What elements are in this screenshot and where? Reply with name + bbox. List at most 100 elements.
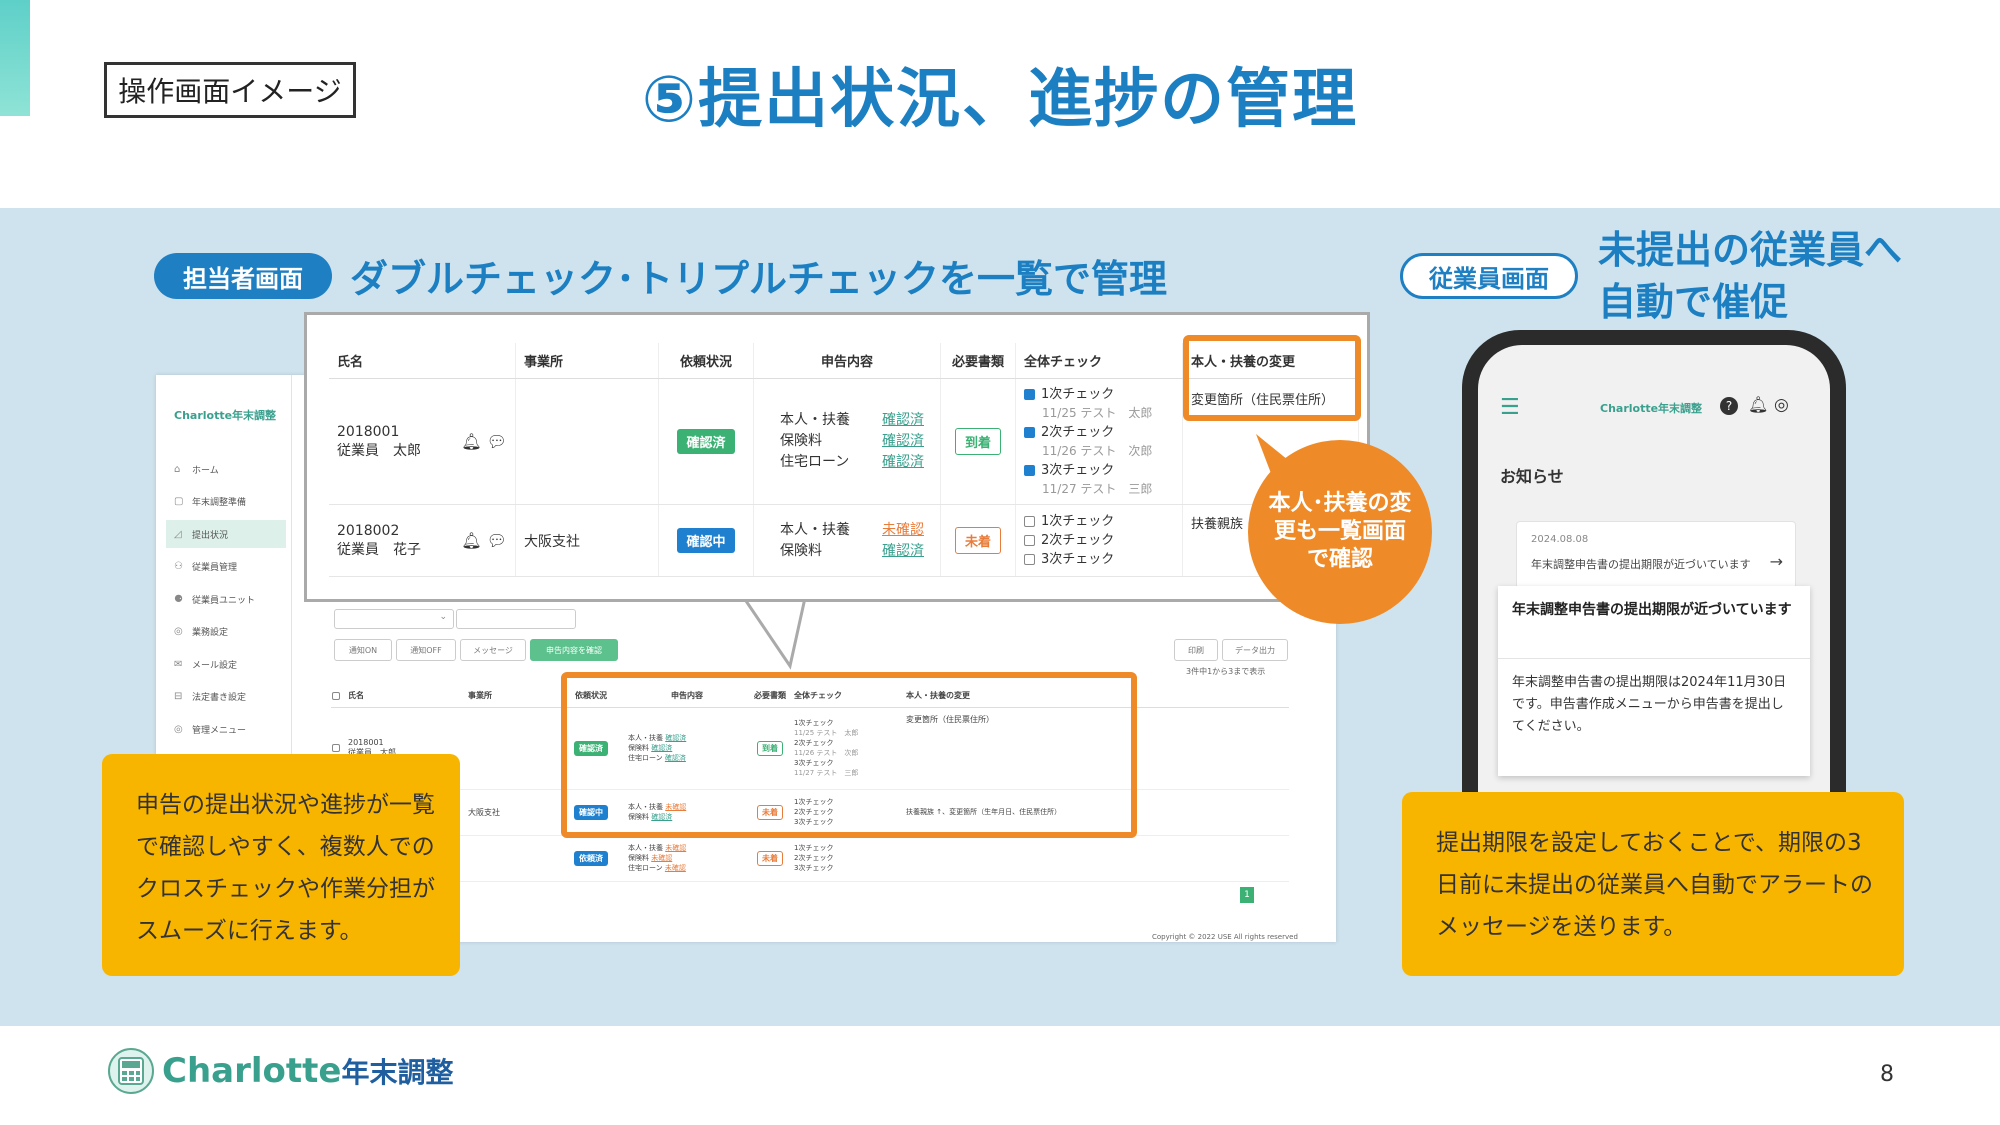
- docs-badge: 未着: [757, 850, 783, 866]
- row-office: [467, 835, 555, 881]
- export-button[interactable]: データ出力: [1222, 639, 1288, 661]
- employee-id: 2018001: [348, 738, 384, 747]
- home-icon: ⌂: [174, 463, 181, 475]
- check-item[interactable]: 2次チェック: [794, 853, 904, 863]
- hamburger-icon[interactable]: ☰: [1500, 395, 1520, 420]
- calculator-logo-icon: [108, 1048, 154, 1094]
- item-status-link[interactable]: 確認済: [882, 410, 924, 431]
- item-label: 住宅ローン: [780, 454, 850, 470]
- docs-badge: 未着: [954, 527, 1001, 554]
- sidebar-item[interactable]: ◎ 管理メニュー: [166, 715, 286, 743]
- sidebar-item[interactable]: ◿ 提出状況: [166, 520, 286, 548]
- employee-screen-pill: 従業員画面: [1400, 253, 1578, 299]
- zoom-callout-tail: [741, 596, 807, 670]
- change-callout-circle: 本人･扶養の変更も一覧画面で確認: [1248, 440, 1432, 624]
- item-label: 本人・扶養: [780, 521, 850, 538]
- row-change: [905, 835, 1289, 881]
- employee-id: 2018002: [337, 522, 400, 539]
- page-number: 8: [1880, 1062, 1894, 1087]
- check-item[interactable]: 2次チェック: [1024, 531, 1174, 550]
- notice-date: 2024.08.08: [1531, 534, 1589, 545]
- row-items: 本人・扶養 未確認 保険料 未確認 住宅ローン 未確認: [627, 835, 747, 881]
- item-status-link[interactable]: 未確認: [665, 844, 686, 852]
- employee-name: 従業員 花子: [337, 541, 421, 558]
- sidebar-item[interactable]: ⌂ ホーム: [166, 455, 286, 483]
- notice-text: 年末調整申告書の提出期限が近づいています: [1531, 558, 1751, 571]
- row-checks: 1次チェック 2次チェック 3次チェック: [1015, 504, 1183, 577]
- col-office: 事業所: [468, 691, 492, 701]
- item-label: 本人・扶養: [780, 412, 850, 428]
- sidebar-item-label: 年末調整準備: [192, 498, 247, 508]
- sidebar-item[interactable]: ⚈ 従業員ユニット: [166, 585, 286, 613]
- employee-heading-line-2: 自動で催促: [1598, 280, 1789, 324]
- col-checks: 全体チェック: [1015, 343, 1183, 379]
- status-badge: 確認済: [677, 429, 735, 454]
- bell-icon[interactable]: 🔔︎: [461, 432, 481, 451]
- bell-filled-icon[interactable]: 🔔︎: [461, 531, 481, 550]
- check-note: 11/27 テスト 三郎: [1042, 481, 1153, 496]
- sidebar-item[interactable]: ⚇ 従業員管理: [166, 553, 286, 581]
- check-item[interactable]: 2次チェック: [1024, 423, 1174, 442]
- users-icon: ⚇: [174, 561, 183, 572]
- item-status-link[interactable]: 未確認: [665, 864, 686, 872]
- check-item[interactable]: 1次チェック: [1024, 385, 1174, 404]
- pagination-current[interactable]: 1: [1240, 887, 1254, 903]
- mail-icon: ✉: [174, 658, 183, 670]
- col-items: 申告内容: [753, 343, 941, 379]
- chat-icon[interactable]: 💬︎: [487, 531, 507, 550]
- admin-logo: Charlotte年末調整: [174, 409, 277, 422]
- footer-brand-suffix: 年末調整: [341, 1056, 454, 1089]
- col-docs: 必要書類: [940, 343, 1016, 379]
- office-icon: ◎: [174, 626, 183, 637]
- sidebar-item[interactable]: ✉ メール設定: [166, 650, 286, 678]
- col-name: 氏名: [348, 691, 364, 701]
- notice-section-title: お知らせ: [1500, 467, 1564, 486]
- sidebar-item[interactable]: ▢ 年末調整準備: [166, 488, 286, 516]
- col-office: 事業所: [515, 343, 659, 379]
- col-name: 氏名: [329, 343, 516, 379]
- sidebar-item[interactable]: ⊟ 法定書き設定: [166, 683, 286, 711]
- row-checks: 1次チェック 11/25 テスト 太郎 2次チェック 11/26 テスト 次郎 …: [1015, 378, 1183, 505]
- check-item[interactable]: 1次チェック: [1024, 512, 1174, 531]
- check-label: 3次チェック: [1041, 552, 1115, 567]
- copyright: Copyright © 2022 USE All rights reserved: [1152, 933, 1298, 941]
- item-status-link[interactable]: 確認済: [882, 541, 924, 562]
- chat-icon[interactable]: 💬︎: [487, 432, 507, 451]
- select-all-checkbox[interactable]: [331, 685, 347, 707]
- item-status-link[interactable]: 確認済: [882, 431, 924, 452]
- check-item[interactable]: 3次チェック: [1024, 550, 1174, 569]
- phone-logo: Charlotte年末調整: [1600, 402, 1703, 415]
- table-row[interactable]: 2018002 従業員 花子 🔔︎ 💬︎ 大阪支社 確認中 本人・扶養 未確認 保険…: [329, 504, 1359, 577]
- row-office: 大阪支社: [515, 504, 659, 577]
- sidebar-item-label: 従業員管理: [192, 563, 238, 573]
- account-icon[interactable]: ◎: [1774, 395, 1789, 415]
- staff-note-text: 申告の提出状況や進捗が一覧で確認しやすく、複数人でのクロスチェックや作業分担がス…: [136, 792, 435, 944]
- check-note: 11/25 テスト 太郎: [1042, 405, 1153, 420]
- row-office: 大阪支社: [468, 807, 500, 817]
- notice-popup[interactable]: 年末調整申告書の提出期限が近づいています 年末調整申告書の提出期限は2024年1…: [1498, 586, 1810, 776]
- check-label: 3次チェック: [1041, 462, 1115, 478]
- bell-icon[interactable]: 🔔︎: [1748, 395, 1768, 414]
- item-status-link[interactable]: 確認済: [882, 452, 924, 473]
- check-item[interactable]: 3次チェック: [794, 863, 904, 873]
- check-item[interactable]: 1次チェック: [794, 843, 904, 853]
- sidebar-item-label: 提出状況: [192, 530, 229, 541]
- item-status-link[interactable]: 未確認: [882, 520, 924, 541]
- row-office: [515, 378, 659, 505]
- help-icon[interactable]: ?: [1720, 397, 1738, 415]
- docs-badge: 到着: [954, 428, 1001, 455]
- check-item[interactable]: 3次チェック: [1024, 461, 1174, 480]
- employee-section-heading: 未提出の従業員へ 自動で催促: [1598, 224, 1902, 328]
- print-button[interactable]: 印刷: [1174, 639, 1218, 661]
- employee-note: 提出期限を設定しておくことで、期限の3日前に未提出の従業員へ自動でアラートのメッ…: [1402, 792, 1904, 976]
- print-label: 印刷: [1188, 645, 1204, 655]
- staff-note: 申告の提出状況や進捗が一覧で確認しやすく、複数人でのクロスチェックや作業分担がス…: [102, 754, 460, 976]
- item-label: 本人・扶養: [628, 844, 663, 852]
- row-status: 依頼済: [555, 835, 627, 881]
- item-status-link[interactable]: 未確認: [651, 854, 672, 862]
- sidebar-item[interactable]: ◎ 業務設定: [166, 618, 286, 646]
- table-row[interactable]: 依頼済 本人・扶養 未確認 保険料 未確認 住宅ローン 未確認 未着 1次チェッ…: [331, 835, 1289, 881]
- row-office: [467, 707, 555, 789]
- item-label: 住宅ローン: [628, 864, 663, 872]
- employee-name: 従業員 太郎: [337, 442, 421, 459]
